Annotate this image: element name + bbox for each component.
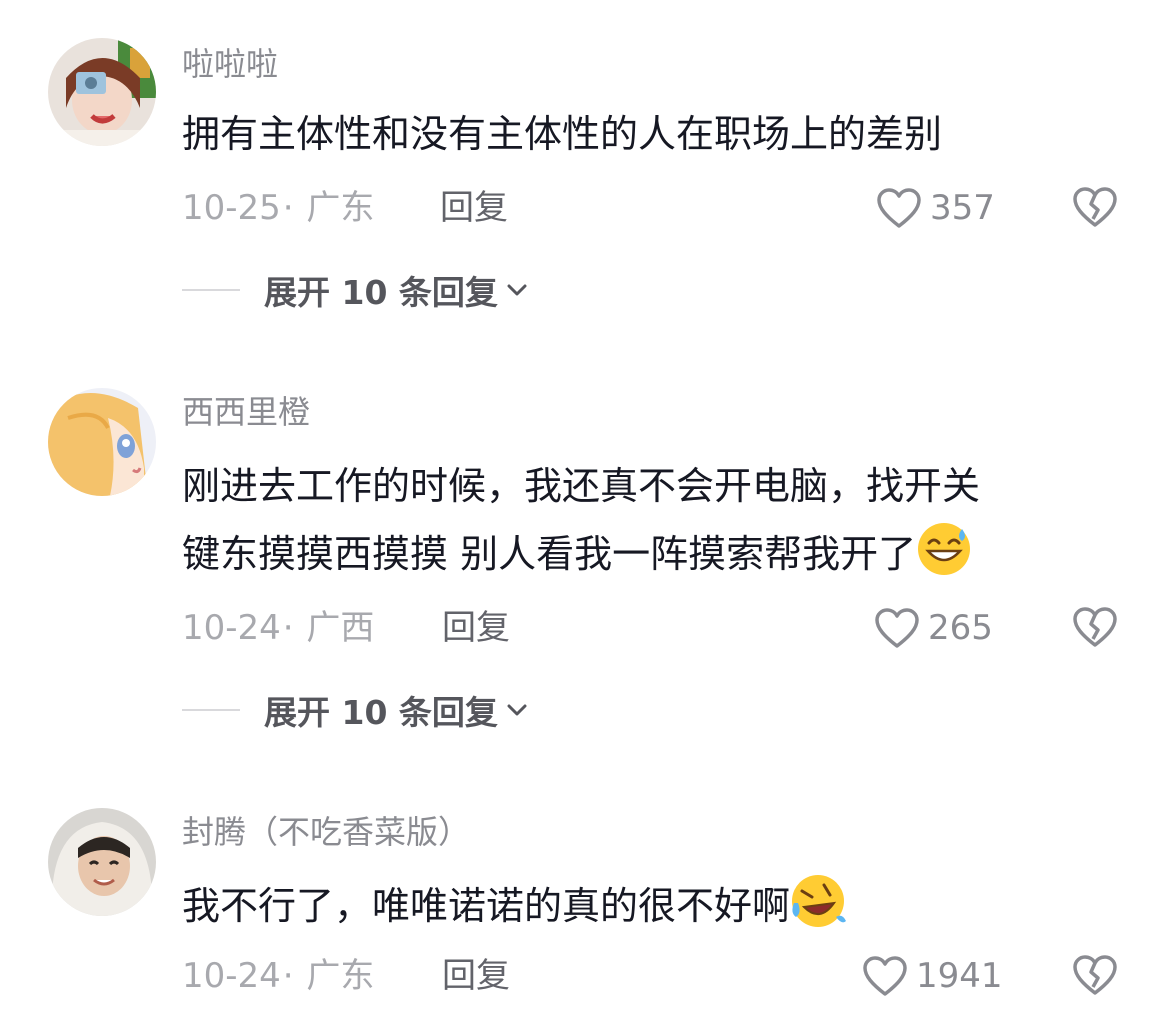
- broken-heart-icon: [1073, 955, 1117, 995]
- divider-line: [182, 709, 240, 711]
- comment-item: 啦啦啦 拥有主体性和没有主体性的人在职场上的差别 10-25· 广东 回复 35…: [0, 0, 1170, 330]
- comment-text-line: 键东摸摸西摸摸 别人看我一阵摸索帮我开了: [182, 520, 1122, 588]
- comment-text: 我不行了，唯唯诺诺的真的很不好啊: [182, 872, 1122, 940]
- heart-icon: [875, 608, 919, 648]
- divider-line: [182, 289, 240, 291]
- expand-replies-button[interactable]: 展开 10 条回复: [182, 268, 528, 312]
- comment-item: 封腾（不吃香菜版） 我不行了，唯唯诺诺的真的很不好啊 10-24· 广东 回复 …: [0, 800, 1170, 1014]
- comment-item: 西西里橙 刚进去工作的时候，我还真不会开电脑，找开关 键东摸摸西摸摸 别人看我一…: [0, 380, 1170, 732]
- meta-separator: ·: [282, 608, 294, 648]
- comment-text-line: 刚进去工作的时候，我还真不会开电脑，找开关: [182, 464, 981, 508]
- heart-icon: [877, 188, 921, 228]
- avatar[interactable]: [48, 38, 156, 146]
- dislike-button[interactable]: [1072, 954, 1118, 998]
- comment-text: 刚进去工作的时候，我还真不会开电脑，找开关 键东摸摸西摸摸 别人看我一阵摸索帮我…: [182, 452, 1122, 588]
- reply-button[interactable]: 回复: [442, 956, 510, 996]
- dislike-button[interactable]: [1072, 606, 1118, 650]
- rofl-emoji: [792, 875, 847, 927]
- meta-separator: ·: [282, 188, 294, 228]
- expand-replies-label: 展开 10 条回复: [264, 273, 498, 312]
- dislike-button[interactable]: [1072, 186, 1118, 230]
- comment-meta: 10-24· 广东: [182, 956, 374, 996]
- chevron-down-icon: [507, 704, 527, 716]
- expand-replies-label: 展开 10 条回复: [264, 693, 498, 732]
- like-button[interactable]: 357: [876, 186, 995, 230]
- like-count: 1941: [916, 956, 1003, 996]
- comment-location: 广东: [306, 188, 375, 228]
- comment-date: 10-24: [182, 608, 281, 648]
- avatar[interactable]: [48, 808, 156, 916]
- comment-meta: 10-25· 广东: [182, 188, 374, 228]
- like-count: 265: [928, 608, 993, 648]
- comment-date: 10-24: [182, 956, 281, 996]
- avatar[interactable]: [48, 388, 156, 496]
- username[interactable]: 封腾（不吃香菜版）: [182, 812, 470, 852]
- username[interactable]: 啦啦啦: [182, 44, 278, 84]
- broken-heart-icon: [1073, 187, 1117, 227]
- like-button[interactable]: 1941: [862, 954, 1003, 998]
- grinning-sweat-emoji: [918, 523, 971, 575]
- comment-location: 广东: [306, 956, 375, 996]
- broken-heart-icon: [1073, 607, 1117, 647]
- like-button[interactable]: 265: [874, 606, 993, 650]
- comment-date: 10-25: [182, 188, 281, 228]
- chevron-down-icon: [507, 284, 527, 296]
- heart-icon: [863, 956, 907, 996]
- expand-replies-button[interactable]: 展开 10 条回复: [182, 688, 528, 732]
- comment-location: 广西: [306, 608, 375, 648]
- username[interactable]: 西西里橙: [182, 392, 310, 432]
- reply-button[interactable]: 回复: [442, 608, 510, 648]
- meta-separator: ·: [282, 956, 294, 996]
- comment-meta: 10-24· 广西: [182, 608, 374, 648]
- comment-text: 拥有主体性和没有主体性的人在职场上的差别: [182, 112, 943, 156]
- like-count: 357: [930, 188, 995, 228]
- reply-button[interactable]: 回复: [440, 188, 508, 228]
